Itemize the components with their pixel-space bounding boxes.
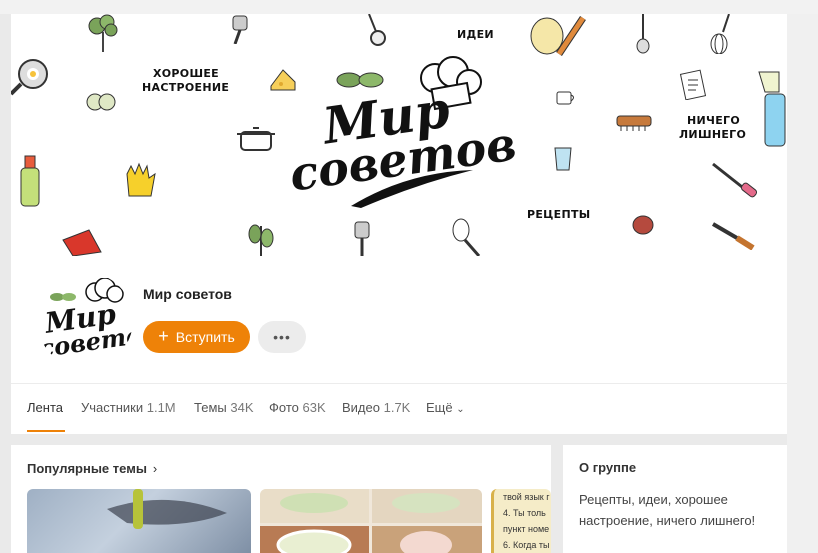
- tab-label: Участники: [81, 400, 144, 415]
- group-header-card: ИДЕИ ХОРОШЕЕ НАСТРОЕНИЕ НИЧЕГО ЛИШНЕГО Р…: [11, 14, 787, 434]
- tab-label: Фото: [269, 400, 299, 415]
- tab-label: Темы: [194, 400, 227, 415]
- popular-topics-card: Популярные темы › твой язык г 4. Ты толь …: [11, 445, 551, 553]
- tab-more[interactable]: Ещё ⌄: [426, 400, 465, 415]
- brush-icon: [616, 115, 652, 131]
- thumbnail-text-2: 4. Ты толь: [503, 508, 546, 518]
- knife-icon: [711, 222, 755, 250]
- topic-thumbnail[interactable]: [260, 489, 482, 553]
- tab-topics[interactable]: Темы 34K: [194, 400, 254, 415]
- gloves-icon: [126, 162, 156, 197]
- active-tab-indicator: [27, 430, 65, 432]
- tab-photos[interactable]: Фото 63K: [269, 400, 326, 415]
- broccoli-icon: [88, 14, 118, 52]
- detergent-bottle-icon: [20, 155, 40, 207]
- cover-word-extra: ЛИШНЕГО: [679, 128, 747, 141]
- fork-icon: [712, 162, 758, 198]
- thumbnail-text-1: твой язык г: [503, 492, 550, 502]
- tab-count: 1.1M: [146, 400, 176, 415]
- topic-thumbnail-text[interactable]: твой язык г 4. Ты толь пункт номе 6. Ког…: [491, 489, 551, 553]
- spatula-icon: [232, 15, 248, 44]
- thumbnail-food-grid: [260, 489, 482, 553]
- join-button-label: Вступить: [175, 329, 235, 345]
- tab-count: 1.7K: [383, 400, 411, 415]
- group-name: Мир советов: [143, 286, 232, 302]
- leaf-sprig-icon: [248, 224, 274, 256]
- topic-thumbnail[interactable]: [27, 489, 251, 553]
- tab-count: 63K: [302, 400, 326, 415]
- more-options-button[interactable]: •••: [258, 321, 306, 353]
- tab-videos[interactable]: Видео 1.7K: [342, 400, 410, 415]
- cucumber-icon: [86, 93, 116, 111]
- cover-word-mood: НАСТРОЕНИЕ: [142, 81, 230, 94]
- cover-word-good: ХОРОШЕЕ: [153, 67, 219, 80]
- join-button[interactable]: + Вступить: [143, 321, 250, 353]
- tab-count: 34K: [230, 400, 254, 415]
- rolling-pin-icon: [530, 16, 586, 56]
- popular-topics-label: Популярные темы: [27, 461, 147, 476]
- tab-label: Видео: [342, 400, 380, 415]
- whisk-icon-2: [452, 218, 481, 256]
- clipboard-icon: [679, 69, 707, 100]
- about-title: О группе: [579, 460, 637, 475]
- cover-image: ИДЕИ ХОРОШЕЕ НАСТРОЕНИЕ НИЧЕГО ЛИШНЕГО Р…: [11, 14, 787, 256]
- group-avatar[interactable]: Мир советов: [37, 272, 133, 368]
- group-profile: Мир советов Мир советов + Вступить •••: [11, 256, 787, 384]
- about-group-card: О группе Рецепты, идеи, хорошее настроен…: [563, 445, 787, 553]
- thumbnail-shadow: [107, 489, 227, 529]
- group-tabs: Лента Участники 1.1M Темы 34K Фото 63K В…: [11, 384, 787, 434]
- spoon-icon: [636, 14, 650, 54]
- whisk-icon: [710, 14, 730, 54]
- about-description: Рецепты, идеи, хорошее настроение, ничег…: [579, 492, 756, 528]
- pot-icon: [237, 127, 275, 151]
- tab-feed[interactable]: Лента: [27, 400, 63, 415]
- ladle-icon: [368, 14, 386, 46]
- steak-icon: [632, 215, 654, 235]
- right-scroll-area: [787, 14, 818, 553]
- measuring-cup-icon: [554, 147, 572, 171]
- tea-cup-icon: [556, 91, 574, 105]
- spray-bottle-icon: [758, 71, 786, 147]
- chevron-down-icon: ⌄: [456, 404, 465, 415]
- cover-word-nothing: НИЧЕГО: [687, 114, 740, 127]
- plus-icon: +: [158, 326, 169, 346]
- chevron-right-icon: ›: [152, 461, 158, 476]
- tab-label: Лента: [27, 400, 63, 415]
- spatula-icon-2: [354, 221, 370, 256]
- cover-word-recipes: РЕЦЕПТЫ: [527, 208, 591, 221]
- thumbnail-text-3: пункт номе: [503, 524, 550, 534]
- cover-word-ideas: ИДЕИ: [457, 28, 494, 41]
- frying-pan-icon: [11, 59, 48, 96]
- popular-topics-title[interactable]: Популярные темы ›: [27, 461, 157, 476]
- cheese-icon: [270, 69, 296, 91]
- tab-label: Ещё: [426, 400, 453, 415]
- tab-members[interactable]: Участники 1.1M: [81, 400, 176, 415]
- thumbnail-text-4: 6. Когда ты: [503, 540, 550, 550]
- dustpan-icon: [62, 229, 102, 256]
- top-strip: [0, 0, 818, 14]
